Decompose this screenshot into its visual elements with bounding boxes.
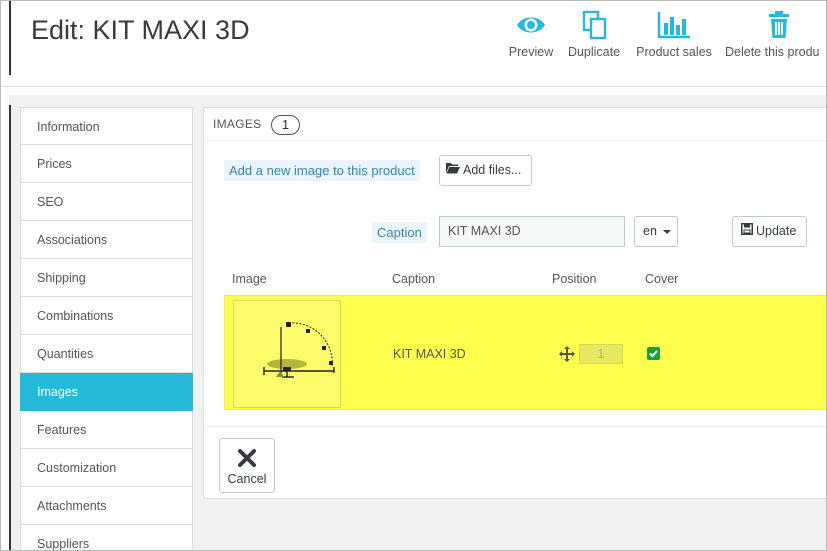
duplicate-button[interactable]: Duplicate <box>564 9 624 69</box>
image-row[interactable]: KIT MAXI 3D 1 <box>224 295 826 410</box>
language-dropdown[interactable]: en <box>634 216 678 247</box>
page-header: Edit: KIT MAXI 3D Preview Duplicate Prod… <box>1 1 826 87</box>
product-sales-button[interactable]: Product sales <box>633 9 715 69</box>
cover-checkbox[interactable] <box>647 347 660 360</box>
product-tabs-nav: Information Prices SEO Associations Ship… <box>20 107 193 550</box>
content-accent-bar <box>9 105 11 550</box>
move-icon[interactable] <box>559 346 575 362</box>
add-image-label: Add a new image to this product <box>224 160 420 181</box>
panel-footer: Cancel <box>204 426 826 500</box>
tab-images[interactable]: Images <box>20 373 193 411</box>
position-input[interactable]: 1 <box>579 344 623 364</box>
app-window: Edit: KIT MAXI 3D Preview Duplicate Prod… <box>0 0 827 551</box>
tab-combinations[interactable]: Combinations <box>20 297 193 335</box>
product-image <box>263 322 335 378</box>
bar-chart-icon <box>633 9 715 41</box>
caption-label: Caption <box>372 222 427 243</box>
duplicate-label: Duplicate <box>567 45 621 59</box>
image-count-badge: 1 <box>271 114 301 135</box>
eye-icon <box>506 9 556 41</box>
images-panel: IMAGES 1 Add a new image to this product… <box>203 107 826 500</box>
product-sales-label: Product sales <box>636 45 712 59</box>
tab-suppliers[interactable]: Suppliers <box>20 525 193 550</box>
language-label: en <box>643 224 657 238</box>
preview-label: Preview <box>508 45 554 59</box>
tab-features[interactable]: Features <box>20 411 193 449</box>
preview-button[interactable]: Preview <box>506 9 556 69</box>
add-files-label: Add files... <box>463 163 522 177</box>
tab-information[interactable]: Information <box>20 107 193 145</box>
caption-input[interactable]: KIT MAXI 3D <box>439 216 625 247</box>
tab-attachments[interactable]: Attachments <box>20 487 193 525</box>
product-image-thumbnail[interactable] <box>233 300 341 408</box>
tab-prices[interactable]: Prices <box>20 145 193 183</box>
tab-shipping[interactable]: Shipping <box>20 259 193 297</box>
column-header-caption: Caption <box>392 272 436 286</box>
tab-associations[interactable]: Associations <box>20 221 193 259</box>
folder-open-icon <box>446 156 460 185</box>
panel-heading: IMAGES 1 <box>204 108 826 141</box>
check-icon <box>649 350 658 358</box>
add-files-button[interactable]: Add files... <box>439 155 532 186</box>
column-header-image: Image <box>232 272 267 286</box>
header-accent-bar <box>9 1 11 75</box>
page-title: Edit: KIT MAXI 3D <box>31 15 250 45</box>
panel-heading-label: IMAGES <box>213 117 262 131</box>
column-header-position: Position <box>552 272 597 286</box>
row-caption: KIT MAXI 3D <box>393 347 466 361</box>
tab-customization[interactable]: Customization <box>20 449 193 487</box>
save-icon <box>741 217 753 246</box>
delete-product-button[interactable]: Delete this produ <box>725 9 826 69</box>
update-button[interactable]: Update <box>732 216 807 247</box>
close-icon <box>237 448 257 468</box>
cancel-button[interactable]: Cancel <box>219 438 275 493</box>
copy-icon <box>564 9 624 41</box>
trash-icon <box>763 9 795 41</box>
column-header-cover: Cover <box>645 272 679 286</box>
update-label: Update <box>756 224 797 238</box>
caret-down-icon <box>663 229 672 234</box>
tab-seo[interactable]: SEO <box>20 183 193 221</box>
delete-product-label: Delete this produ <box>725 45 820 59</box>
tab-quantities[interactable]: Quantities <box>20 335 193 373</box>
cancel-label: Cancel <box>227 472 267 486</box>
